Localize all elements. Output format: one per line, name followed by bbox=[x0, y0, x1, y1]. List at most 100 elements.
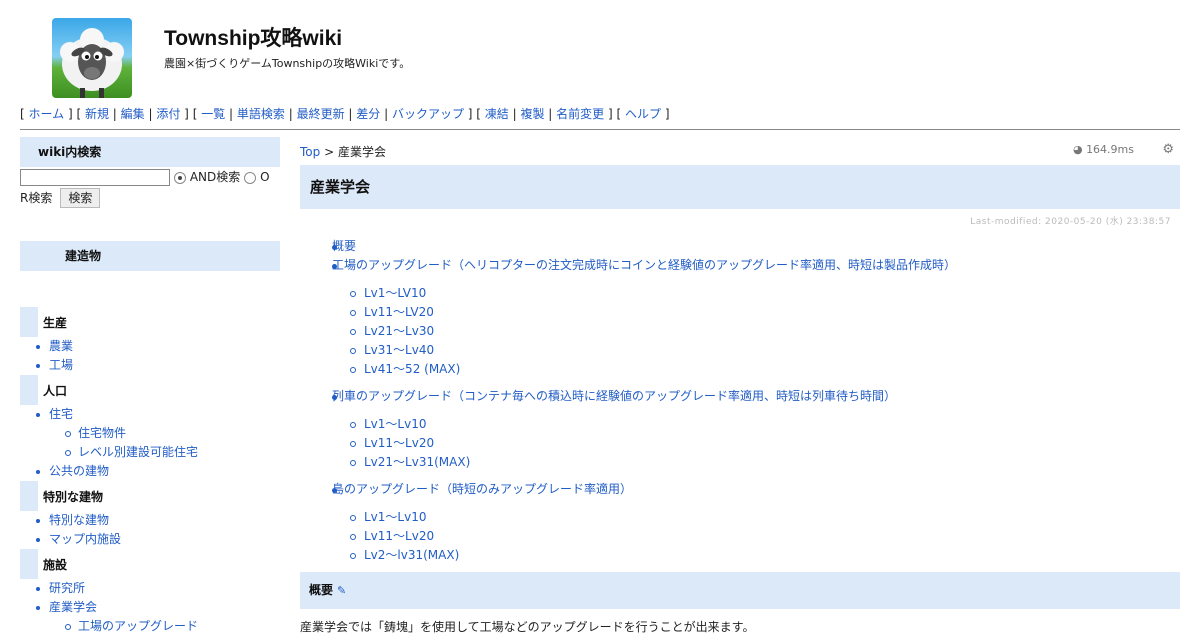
search-button[interactable]: 検索 bbox=[60, 188, 101, 208]
toolbar-separator: | bbox=[508, 107, 521, 121]
sidebar-item-label[interactable]: 工場のアップグレード bbox=[78, 619, 198, 633]
edit-pencil-icon[interactable]: ✎ bbox=[337, 584, 346, 597]
breadcrumb-top-link[interactable]: Top bbox=[300, 145, 320, 159]
toolbar-link[interactable]: 凍結 bbox=[485, 107, 509, 121]
toc-item-label[interactable]: 工場のアップグレード（ヘリコプターの注文完成時にコインと経験値のアップグレード率… bbox=[332, 256, 956, 275]
toolbar-link[interactable]: 名前変更 bbox=[556, 107, 604, 121]
sidebar-item[interactable]: 農業 bbox=[20, 337, 280, 356]
toc-subitem-label[interactable]: Lv11～Lv20 bbox=[364, 527, 434, 546]
sidebar-list: 農業 工場 bbox=[20, 337, 280, 375]
sidebar-category-label: 特別な建物 bbox=[43, 489, 104, 504]
toolbar-bracket-open: [ bbox=[616, 107, 625, 121]
toc-subitem[interactable]: Lv11～Lv20 bbox=[300, 434, 1180, 453]
sidebar-item-label[interactable]: 住宅 bbox=[49, 407, 73, 421]
site-subtitle: 農園×街づくりゲームTownshipの攻略Wikiです。 bbox=[164, 57, 411, 70]
sidebar-item[interactable]: レベル別建設可能住宅 bbox=[20, 443, 280, 462]
sidebar-item-label[interactable]: 公共の建物 bbox=[49, 464, 109, 478]
section-heading: 概要 ✎ bbox=[300, 572, 1180, 609]
toc-subitem[interactable]: Lv11～Lv20 bbox=[300, 527, 1180, 546]
toc-subitem[interactable]: Lv1～Lv10 bbox=[300, 508, 1180, 527]
toc-subitem[interactable]: Lv11～LV20 bbox=[300, 303, 1180, 322]
toolbar-bracket-open: [ bbox=[20, 107, 29, 121]
perf-time: 164.9ms bbox=[1086, 143, 1134, 156]
header-divider bbox=[20, 129, 1180, 130]
toolbar-link[interactable]: ホーム bbox=[29, 107, 65, 121]
toolbar-link[interactable]: 差分 bbox=[356, 107, 380, 121]
toc-subitem-label[interactable]: Lv41～52 (MAX) bbox=[364, 360, 460, 379]
toolbar-link[interactable]: ヘルプ bbox=[625, 107, 661, 121]
sidebar-item[interactable]: マップ内施設 bbox=[20, 530, 280, 549]
site-logo[interactable] bbox=[52, 18, 132, 98]
sidebar-item-label[interactable]: 特別な建物 bbox=[49, 513, 109, 527]
toc-subitem[interactable]: Lv31～Lv40 bbox=[300, 341, 1180, 360]
toolbar-link[interactable]: 単語検索 bbox=[237, 107, 285, 121]
toc-item[interactable]: 島のアップグレード（時短のみアップグレード率適用） bbox=[300, 480, 1180, 499]
category-marker bbox=[20, 307, 38, 337]
breadcrumb: Top > 産業学会 bbox=[300, 143, 386, 160]
sidebar-category-label: 施設 bbox=[43, 557, 68, 572]
toc-item-label[interactable]: 概要 bbox=[332, 237, 356, 256]
search-input[interactable] bbox=[20, 169, 170, 186]
toc-subitem[interactable]: Lv41～52 (MAX) bbox=[300, 360, 1180, 379]
toc-subitem-label[interactable]: Lv21～Lv30 bbox=[364, 322, 434, 341]
toc-subitem-label[interactable]: Lv21～Lv31(MAX) bbox=[364, 453, 470, 472]
toc-item-label[interactable]: 島のアップグレード（時短のみアップグレード率適用） bbox=[332, 480, 632, 499]
toolbar-link[interactable]: 編集 bbox=[121, 107, 145, 121]
sidebar-item-label[interactable]: マップ内施設 bbox=[49, 532, 121, 546]
toc-subitem-label[interactable]: Lv2～lv31(MAX) bbox=[364, 546, 459, 565]
sidebar-item[interactable]: 研究所 bbox=[20, 579, 280, 598]
sidebar-item-label[interactable]: 産業学会 bbox=[49, 600, 97, 614]
toolbar-bracket-close: ] bbox=[463, 107, 473, 121]
toc-subitem[interactable]: Lv1～Lv10 bbox=[300, 415, 1180, 434]
toc-subitem-label[interactable]: Lv1～LV10 bbox=[364, 284, 426, 303]
sidebar-item[interactable]: 工場のアップグレード bbox=[20, 617, 280, 636]
toolbar-separator: | bbox=[284, 107, 297, 121]
toc-sublist: Lv1～LV10 Lv11～LV20 Lv21～Lv30 Lv31～Lv40 Lv41～… bbox=[300, 275, 1180, 387]
toc-subitem-label[interactable]: Lv1～Lv10 bbox=[364, 508, 426, 527]
toc-subitem[interactable]: Lv21～Lv30 bbox=[300, 322, 1180, 341]
toolbar-bracket-close: ] bbox=[604, 107, 613, 121]
toolbar-link[interactable]: 一覧 bbox=[201, 107, 225, 121]
toc-subitem-label[interactable]: Lv11～Lv20 bbox=[364, 434, 434, 453]
sidebar-item[interactable]: 工場 bbox=[20, 356, 280, 375]
sidebar-category: 施設 bbox=[20, 549, 280, 579]
or-radio[interactable] bbox=[244, 171, 257, 184]
toolbar-link[interactable]: 新規 bbox=[85, 107, 109, 121]
site-title[interactable]: Township攻略wiki bbox=[164, 22, 342, 52]
section-heading-text: 概要 bbox=[309, 583, 334, 597]
sidebar-list: 住宅 住宅物件レベル別建設可能住宅公共の建物 bbox=[20, 405, 280, 481]
toolbar-separator: | bbox=[225, 107, 237, 121]
toc-subitem[interactable]: Lv2～lv31(MAX) bbox=[300, 546, 1180, 565]
sidebar-item-label[interactable]: レベル別建設可能住宅 bbox=[78, 445, 198, 459]
category-marker bbox=[20, 375, 38, 405]
toolbar-link[interactable]: 添付 bbox=[156, 107, 180, 121]
sidebar-item-label[interactable]: 住宅物件 bbox=[78, 426, 126, 440]
toc-item[interactable]: 工場のアップグレード（ヘリコプターの注文完成時にコインと経験値のアップグレード率… bbox=[300, 256, 1180, 275]
sidebar-item[interactable]: 住宅物件 bbox=[20, 424, 280, 443]
sidebar-item-label[interactable]: 工場 bbox=[49, 358, 73, 372]
toolbar-link[interactable]: バックアップ bbox=[392, 107, 464, 121]
toolbar-link[interactable]: 複製 bbox=[520, 107, 544, 121]
toolbar-separator: | bbox=[544, 107, 557, 121]
and-radio[interactable] bbox=[174, 171, 186, 184]
toc-subitem-label[interactable]: Lv11～LV20 bbox=[364, 303, 434, 322]
sidebar-item[interactable]: 産業学会 bbox=[20, 598, 280, 617]
toc-subitem[interactable]: Lv1～LV10 bbox=[300, 284, 1180, 303]
toc-subitem-label[interactable]: Lv1～Lv10 bbox=[364, 415, 426, 434]
toolbar-link[interactable]: 最終更新 bbox=[297, 107, 345, 121]
toc-sublist: Lv1～Lv10 Lv11～Lv20 Lv2～lv31(MAX) bbox=[300, 499, 1180, 573]
sidebar-item[interactable]: 公共の建物 bbox=[20, 462, 280, 481]
toc-subitem[interactable]: Lv21～Lv31(MAX) bbox=[300, 453, 1180, 472]
sidebar-item-label[interactable]: 研究所 bbox=[49, 581, 85, 595]
sidebar-item[interactable]: 住宅 bbox=[20, 405, 280, 424]
toc-item[interactable]: 列車のアップグレード（コンテナ毎への積込時に経験値のアップグレード率適用、時短は… bbox=[300, 387, 1180, 406]
toolbar-separator: | bbox=[344, 107, 357, 121]
sidebar-item[interactable]: 特別な建物 bbox=[20, 511, 280, 530]
toolbar-bracket-open: [ bbox=[76, 107, 85, 121]
toc-item[interactable]: 概要 bbox=[300, 237, 1180, 256]
toolbar-bracket-close: ] bbox=[180, 107, 189, 121]
sidebar-item-label[interactable]: 農業 bbox=[49, 339, 73, 353]
gear-icon[interactable]: ⚙ bbox=[1162, 142, 1174, 157]
toc-item-label[interactable]: 列車のアップグレード（コンテナ毎への積込時に経験値のアップグレード率適用、時短は… bbox=[332, 387, 896, 406]
toc-subitem-label[interactable]: Lv31～Lv40 bbox=[364, 341, 434, 360]
